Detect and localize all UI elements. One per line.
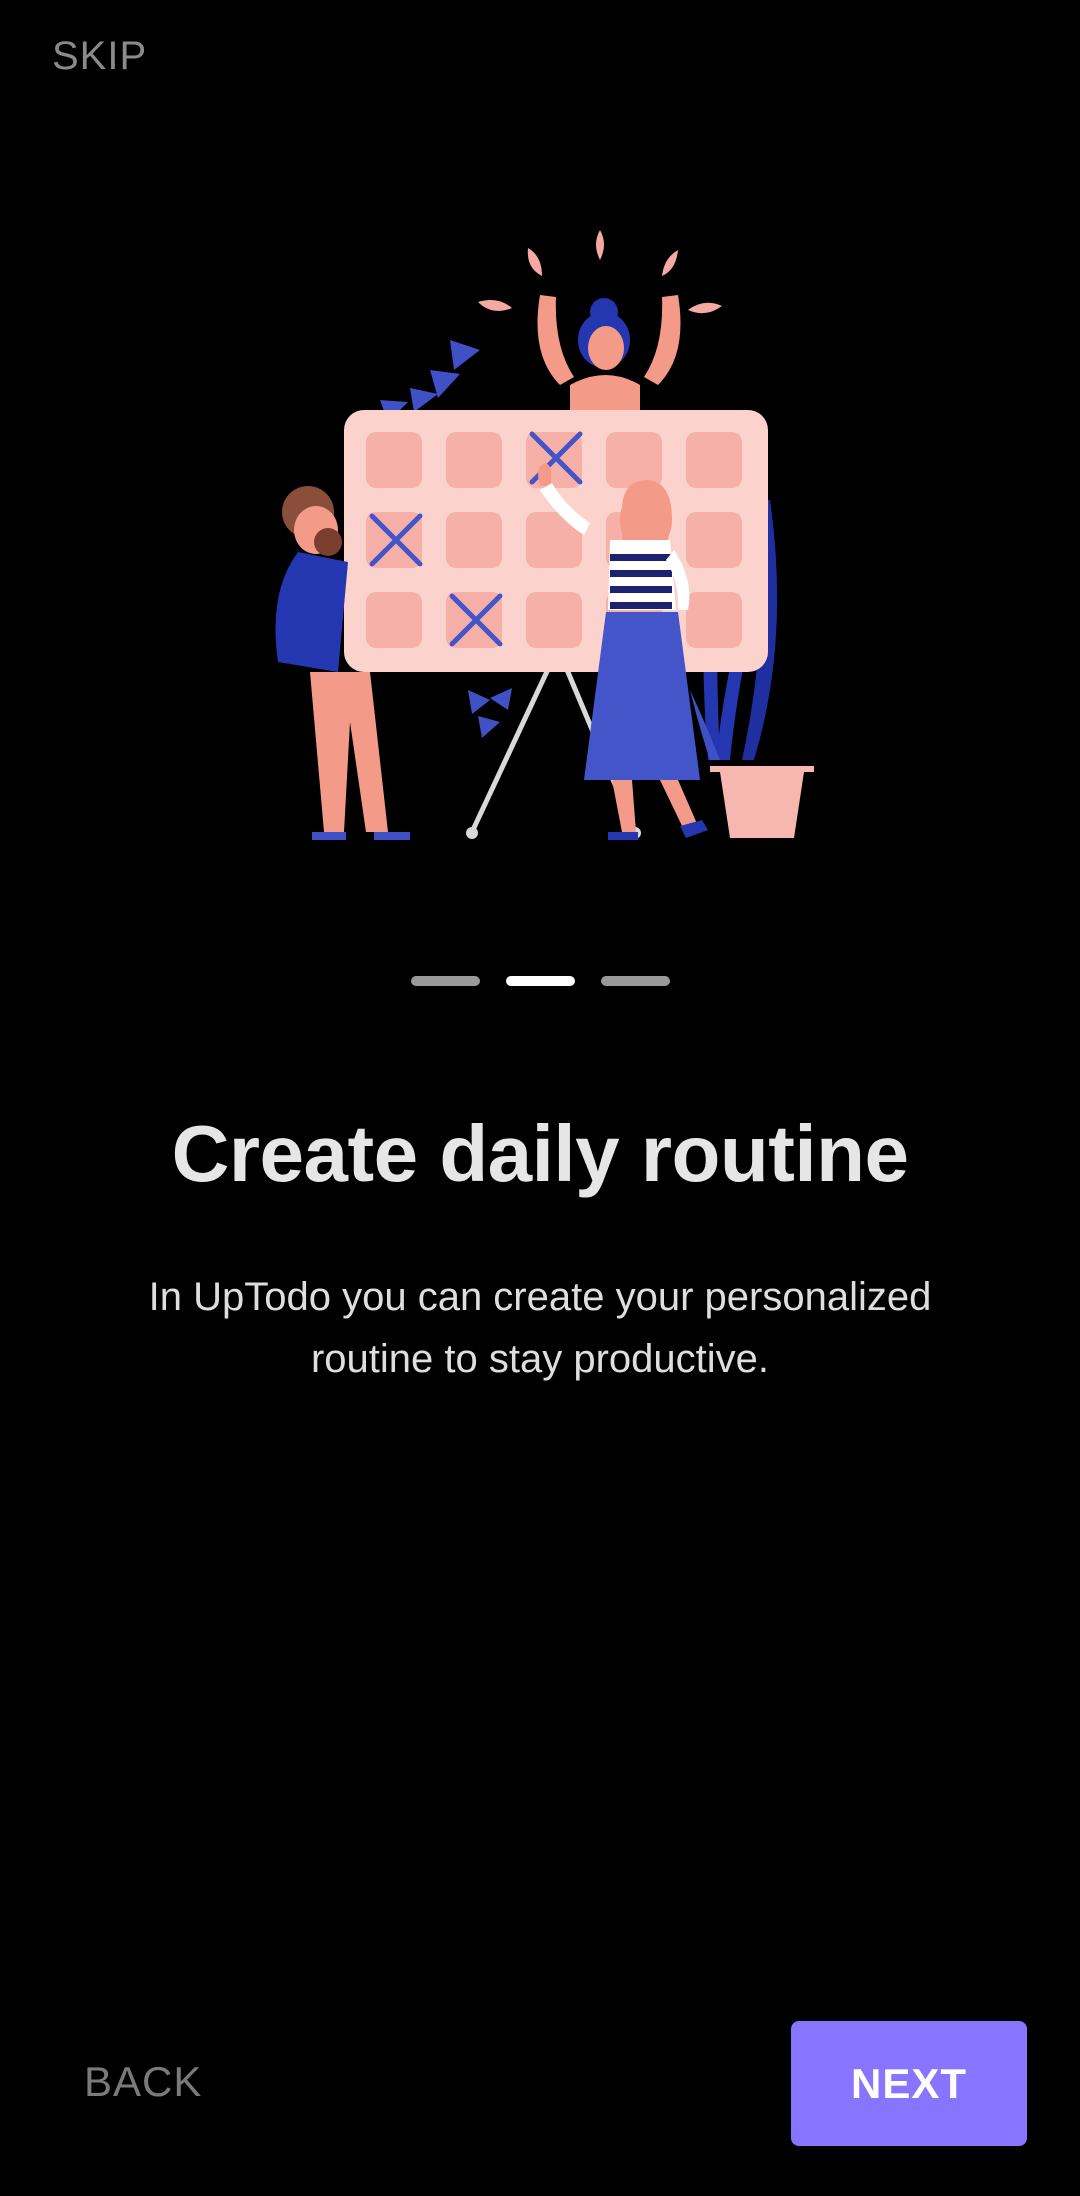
page-indicator-dot-3 — [600, 976, 670, 986]
plant-left — [380, 340, 480, 422]
plant-bottom — [468, 688, 512, 738]
daily-routine-illustration — [275, 230, 814, 840]
woman-arms-up — [537, 295, 681, 415]
skip-button[interactable]: SKIP — [52, 34, 147, 79]
page-description: In UpTodo you can create your personaliz… — [148, 1275, 932, 1381]
next-button[interactable]: NEXT — [791, 2021, 1027, 2146]
page-indicator-dot-2-active — [505, 976, 575, 986]
page-indicator-dot-1 — [410, 976, 480, 986]
page-title: Create daily routine — [171, 1109, 909, 1198]
back-button[interactable]: BACK — [84, 2058, 202, 2106]
page-indicator — [0, 976, 1080, 986]
